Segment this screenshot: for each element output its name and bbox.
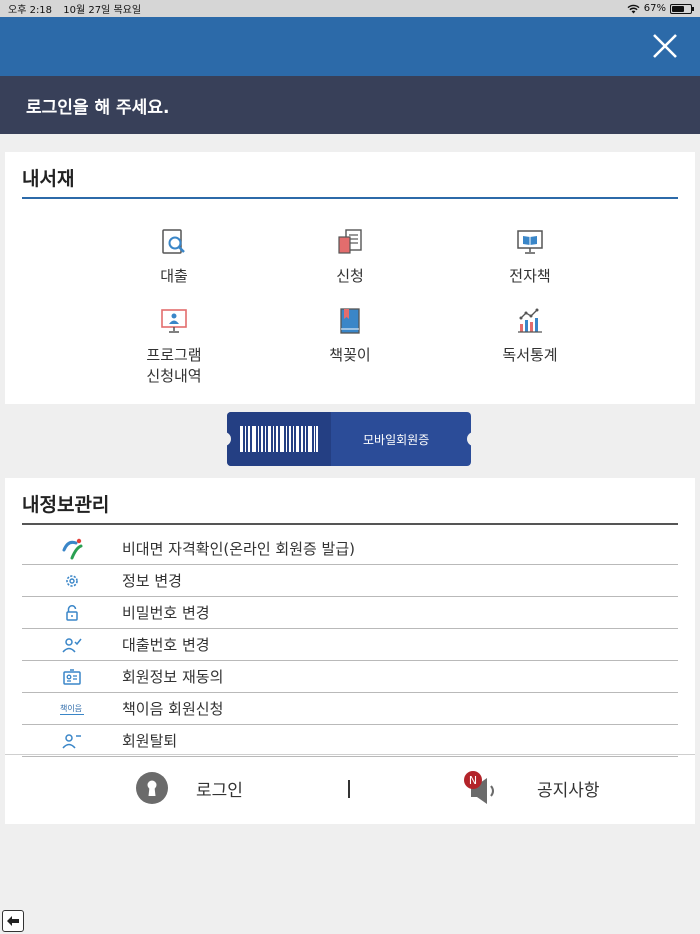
library-item-label: 전자책 xyxy=(509,267,551,285)
login-prompt-text: 로그인을 해 주세요. xyxy=(26,97,170,118)
gear-icon xyxy=(22,573,122,589)
user-check-icon xyxy=(22,637,122,653)
list-item-label: 정보 변경 xyxy=(122,572,182,590)
list-item-label: 비대면 자격확인(온라인 회원증 발급) xyxy=(122,540,356,558)
notice-badge: N xyxy=(469,774,477,787)
battery-icon xyxy=(670,3,694,14)
close-icon[interactable] xyxy=(650,31,680,61)
back-arrow-icon xyxy=(7,916,19,926)
notice-label: 공지사항 xyxy=(537,780,600,801)
title-divider xyxy=(22,523,678,525)
library-item-label: 대출 xyxy=(160,267,188,285)
title-divider xyxy=(22,197,678,199)
list-item-password-change[interactable]: 비밀번호 변경 xyxy=(22,597,678,629)
library-item-label: 책꽂이 xyxy=(329,346,371,364)
speaker-notice-icon: N xyxy=(464,771,494,804)
list-item-chaekieum-signup[interactable]: 책이음 책이음 회원신청 xyxy=(22,693,678,725)
library-item-loan[interactable]: 대출 xyxy=(114,227,234,286)
list-item-loan-number-change[interactable]: 대출번호 변경 xyxy=(22,629,678,661)
library-item-label: 신청 xyxy=(336,267,364,285)
verification-logo-icon xyxy=(22,538,122,560)
library-item-label-line1: 프로그램 xyxy=(146,346,202,364)
chaekieum-logo-text: 책이음 xyxy=(59,703,85,715)
ticket-notch xyxy=(467,432,471,446)
barcode-icon xyxy=(240,426,318,452)
barcode-area xyxy=(227,412,331,466)
program-monitor-icon xyxy=(161,309,187,333)
library-item-reading-stats[interactable]: 독서통계 xyxy=(470,306,590,365)
list-item-member-reconsent[interactable]: 회원정보 재동의 xyxy=(22,661,678,693)
library-item-program-history[interactable]: 프로그램 신청내역 xyxy=(114,306,234,386)
list-item-online-verification[interactable]: 비대면 자격확인(온라인 회원증 발급) xyxy=(22,533,678,565)
list-item-withdraw[interactable]: 회원탈퇴 xyxy=(22,725,678,757)
top-bar xyxy=(0,17,700,76)
library-item-request[interactable]: 신청 xyxy=(290,227,410,286)
book-request-icon xyxy=(338,229,362,254)
my-info-list: 비대면 자격확인(온라인 회원증 발급) 정보 변경 비밀번호 변경 대출번호 … xyxy=(22,533,678,757)
my-info-section: 내정보관리 비대면 자격확인(온라인 회원증 발급) 정보 변경 비밀번호 변경… xyxy=(5,478,695,824)
library-item-label-line2: 신청내역 xyxy=(146,367,202,385)
list-item-info-change[interactable]: 정보 변경 xyxy=(22,565,678,597)
my-info-title: 내정보관리 xyxy=(22,494,110,516)
keyhole-icon xyxy=(136,772,168,804)
notice-button[interactable]: N 공지사항 xyxy=(463,770,600,806)
bookshelf-icon xyxy=(340,308,360,334)
list-item-label: 대출번호 변경 xyxy=(122,636,210,654)
list-item-label: 회원정보 재동의 xyxy=(122,668,224,686)
library-item-ebook[interactable]: 전자책 xyxy=(470,227,590,286)
id-card-icon xyxy=(22,668,122,685)
footer-divider xyxy=(5,754,695,755)
list-item-label: 비밀번호 변경 xyxy=(122,604,210,622)
login-label: 로그인 xyxy=(196,780,243,801)
login-button[interactable]: 로그인 xyxy=(136,772,243,804)
unlock-icon xyxy=(22,604,122,621)
library-item-label: 독서통계 xyxy=(502,346,558,364)
status-bar: 오후 2:18 10월 27일 목요일 67% xyxy=(0,0,700,17)
chaekieum-logo-icon: 책이음 xyxy=(22,703,122,715)
mobile-card-label: 모바일회원증 xyxy=(363,432,430,447)
battery-percent: 67% xyxy=(643,3,666,14)
footer-separator xyxy=(348,780,350,798)
status-time: 오후 2:18 xyxy=(8,5,53,16)
my-library-section: 내서재 대출 신청 전자책 프로그램 신청내역 책꽂이 독서통계 xyxy=(5,152,695,404)
reading-stats-icon xyxy=(518,308,542,333)
ebook-monitor-icon xyxy=(517,230,543,254)
status-date: 10월 27일 목요일 xyxy=(63,5,142,16)
list-item-label: 회원탈퇴 xyxy=(122,732,178,750)
mobile-membership-card-button[interactable]: 모바일회원증 xyxy=(227,412,471,466)
book-search-icon xyxy=(162,229,185,254)
back-button[interactable] xyxy=(2,910,24,932)
list-item-label: 책이음 회원신청 xyxy=(122,700,224,718)
login-prompt-banner[interactable]: 로그인을 해 주세요. xyxy=(0,76,700,134)
my-library-title: 내서재 xyxy=(22,168,75,190)
user-minus-icon xyxy=(22,733,122,749)
wifi-icon xyxy=(627,4,640,13)
library-item-bookshelf[interactable]: 책꽂이 xyxy=(290,306,410,365)
